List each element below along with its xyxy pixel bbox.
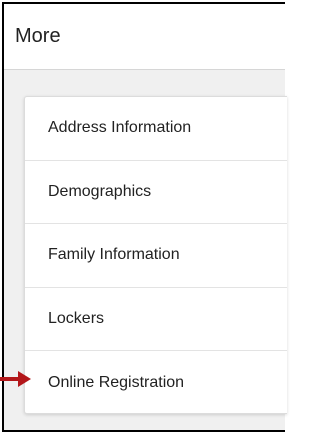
menu-item-label: Family Information bbox=[48, 246, 180, 264]
menu-item-label: Demographics bbox=[48, 182, 152, 200]
arrow-shaft bbox=[0, 377, 20, 381]
menu-item-family-information[interactable]: Family Information bbox=[25, 224, 287, 288]
menu-item-demographics[interactable]: Demographics bbox=[25, 161, 287, 224]
menu-item-lockers[interactable]: Lockers bbox=[25, 288, 287, 351]
menu-item-label: Lockers bbox=[48, 309, 105, 327]
pointer-arrow-icon bbox=[0, 371, 31, 387]
menu-item-label: Online Registration bbox=[48, 373, 185, 391]
page-title: More bbox=[15, 25, 61, 47]
more-panel: More Address Information Demographics Fa… bbox=[2, 2, 287, 432]
menu-item-label: Address Information bbox=[48, 119, 192, 137]
panel-header: More bbox=[4, 4, 285, 70]
menu-item-online-registration[interactable]: Online Registration bbox=[25, 351, 287, 415]
arrow-head bbox=[18, 371, 31, 387]
menu-list: Address Information Demographics Family … bbox=[24, 96, 287, 414]
menu-item-address-information[interactable]: Address Information bbox=[25, 97, 287, 161]
